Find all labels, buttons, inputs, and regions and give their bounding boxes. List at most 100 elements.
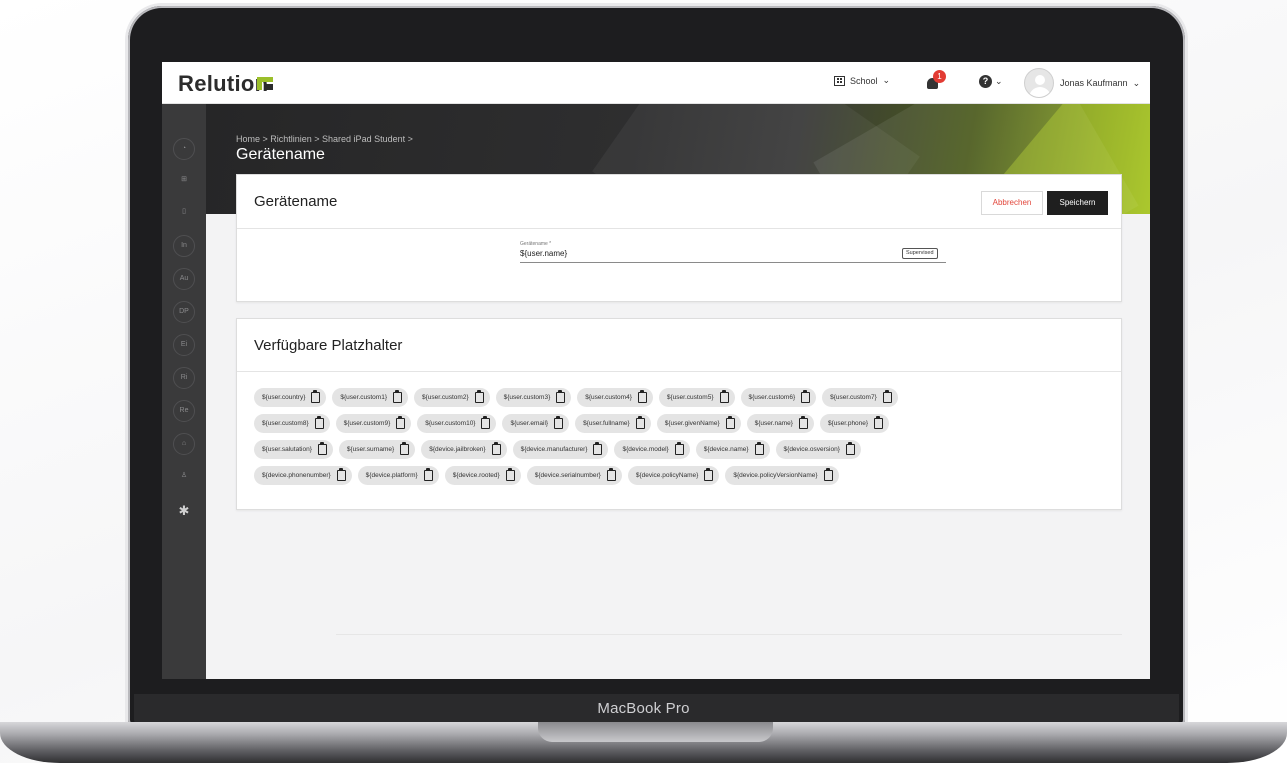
placeholder-label: ${device.platform} xyxy=(365,472,418,479)
copy-clipboard-icon[interactable] xyxy=(317,442,327,455)
copy-clipboard-icon[interactable] xyxy=(845,442,855,455)
user-icon: ♙ xyxy=(180,472,188,479)
copy-clipboard-icon[interactable] xyxy=(823,468,833,481)
placeholder-chip[interactable]: ${user.custom1} xyxy=(332,388,408,407)
copy-clipboard-icon[interactable] xyxy=(874,416,884,429)
placeholders-card: Verfügbare Platzhalter ${user.country} ${… xyxy=(236,318,1122,510)
placeholder-chip[interactable]: ${user.custom8} xyxy=(254,414,330,433)
copy-clipboard-icon[interactable] xyxy=(556,390,566,403)
placeholder-chip[interactable]: ${user.salutation} xyxy=(254,440,333,459)
page-title: Gerätename xyxy=(236,146,325,163)
sidebar-item-au[interactable]: Au xyxy=(173,268,195,290)
copy-clipboard-icon[interactable] xyxy=(637,390,647,403)
placeholder-row: ${user.salutation} ${user.surname} ${devic… xyxy=(254,440,1114,459)
save-button[interactable]: Speichern xyxy=(1047,191,1108,215)
card-title: Gerätename xyxy=(254,193,338,210)
placeholder-chip[interactable]: ${user.custom2} xyxy=(414,388,490,407)
sidebar-item-devices[interactable]: ▯ xyxy=(173,202,195,224)
placeholder-chip[interactable]: ${user.phone} xyxy=(819,414,890,433)
device-name-field[interactable]: ${user.name} xyxy=(520,249,946,263)
placeholder-chip[interactable]: ${device.policyName} xyxy=(627,466,720,485)
copy-clipboard-icon[interactable] xyxy=(474,390,484,403)
placeholder-chip[interactable]: ${user.custom10} xyxy=(417,414,497,433)
copy-clipboard-icon[interactable] xyxy=(704,468,714,481)
placeholder-chip[interactable]: ${device.phonenumber} xyxy=(254,466,352,485)
copy-clipboard-icon[interactable] xyxy=(801,390,811,403)
copy-clipboard-icon[interactable] xyxy=(719,390,729,403)
placeholder-chip[interactable]: ${user.surname} xyxy=(338,440,416,459)
copy-clipboard-icon[interactable] xyxy=(311,390,321,403)
copy-clipboard-icon[interactable] xyxy=(754,442,764,455)
copy-clipboard-icon[interactable] xyxy=(505,468,515,481)
app-screen: Relution School ⌄ 1 ? ⌄ Jonas Kaufmann ⌄… xyxy=(162,62,1150,679)
placeholder-chip[interactable]: ${user.custom5} xyxy=(658,388,735,407)
copy-clipboard-icon[interactable] xyxy=(725,416,735,429)
sidebar-item-ei[interactable]: Ei xyxy=(173,334,195,356)
copy-clipboard-icon[interactable] xyxy=(674,442,684,455)
breadcrumb[interactable]: Home > Richtlinien > Shared iPad Student… xyxy=(236,134,413,144)
placeholder-label: ${user.country} xyxy=(262,394,306,401)
dashboard-icon: ◔ xyxy=(181,145,187,152)
cancel-button[interactable]: Abbrechen xyxy=(981,191,1043,215)
placeholder-chip[interactable]: ${device.policyVersionName} xyxy=(725,466,839,485)
placeholder-label: ${user.surname} xyxy=(346,446,395,453)
sidebar-item-ri[interactable]: Ri xyxy=(173,367,195,389)
sidebar-item-dashboard[interactable]: ◔ xyxy=(173,138,195,160)
copy-clipboard-icon[interactable] xyxy=(798,416,808,429)
sidebar-item-apps[interactable]: ⊞ xyxy=(173,170,195,192)
copy-clipboard-icon[interactable] xyxy=(882,390,892,403)
placeholder-chip[interactable]: ${user.custom4} xyxy=(577,388,653,407)
placeholder-chip[interactable]: ${user.custom9} xyxy=(335,414,412,433)
user-menu[interactable]: Jonas Kaufmann ⌄ xyxy=(1060,78,1140,89)
help-icon: ? xyxy=(979,75,992,88)
sidebar-item-in[interactable]: In xyxy=(173,235,195,257)
placeholder-label: ${user.custom3} xyxy=(503,394,551,401)
help-menu[interactable]: ? ⌄ xyxy=(979,75,1003,88)
placeholder-label: ${user.custom7} xyxy=(830,394,877,401)
placeholder-chip[interactable]: ${device.jailbroken} xyxy=(421,440,507,459)
placeholder-chip[interactable]: ${device.platform} xyxy=(357,466,439,485)
placeholder-label: ${device.manufacturer} xyxy=(520,446,588,453)
divider xyxy=(336,634,1122,635)
copy-clipboard-icon[interactable] xyxy=(593,442,603,455)
placeholder-chip[interactable]: ${device.serialnumber} xyxy=(526,466,622,485)
placeholder-chip[interactable]: ${user.country} xyxy=(254,388,327,407)
sidebar-item-education[interactable]: ⌂ xyxy=(173,433,195,455)
copy-clipboard-icon[interactable] xyxy=(606,468,616,481)
placeholder-chip[interactable]: ${device.osversion} xyxy=(775,440,861,459)
placeholder-chip[interactable]: ${user.fullname} xyxy=(575,414,651,433)
placeholder-label: ${user.custom5} xyxy=(666,394,714,401)
placeholder-chip[interactable]: ${user.name} xyxy=(746,414,814,433)
copy-clipboard-icon[interactable] xyxy=(635,416,645,429)
placeholder-label: ${user.email} xyxy=(510,420,549,427)
placeholder-chip[interactable]: ${user.email} xyxy=(502,414,570,433)
placeholder-chip[interactable]: ${user.givenName} xyxy=(656,414,741,433)
notification-badge: 1 xyxy=(933,70,946,83)
copy-clipboard-icon[interactable] xyxy=(336,468,346,481)
avatar[interactable] xyxy=(1024,68,1054,98)
app-logo[interactable]: Relution xyxy=(178,71,268,97)
copy-clipboard-icon[interactable] xyxy=(393,390,402,403)
placeholder-label: ${device.policyName} xyxy=(635,472,699,479)
placeholder-chip[interactable]: ${user.custom7} xyxy=(822,388,898,407)
copy-clipboard-icon[interactable] xyxy=(400,442,410,455)
copy-clipboard-icon[interactable] xyxy=(314,416,324,429)
placeholder-chip[interactable]: ${device.model} xyxy=(614,440,690,459)
sidebar-item-settings[interactable]: ✱ xyxy=(173,500,195,522)
sidebar-item-users[interactable]: ♙ xyxy=(173,466,195,488)
copy-clipboard-icon[interactable] xyxy=(491,442,501,455)
placeholder-chip[interactable]: ${user.custom6} xyxy=(740,388,817,407)
sidebar-item-dp[interactable]: DP xyxy=(173,301,195,323)
organization-selector[interactable]: School ⌄ xyxy=(834,75,890,86)
placeholder-chip[interactable]: ${device.rooted} xyxy=(444,466,521,485)
notifications-button[interactable]: 1 xyxy=(924,70,946,92)
copy-clipboard-icon[interactable] xyxy=(396,416,406,429)
placeholder-list: ${user.country} ${user.custom1} ${user.cus… xyxy=(254,388,1114,492)
copy-clipboard-icon[interactable] xyxy=(481,416,491,429)
placeholder-chip[interactable]: ${user.custom3} xyxy=(495,388,572,407)
placeholder-chip[interactable]: ${device.name} xyxy=(695,440,770,459)
copy-clipboard-icon[interactable] xyxy=(554,416,564,429)
copy-clipboard-icon[interactable] xyxy=(423,468,433,481)
sidebar-item-re[interactable]: Re xyxy=(173,400,195,422)
placeholder-chip[interactable]: ${device.manufacturer} xyxy=(512,440,609,459)
